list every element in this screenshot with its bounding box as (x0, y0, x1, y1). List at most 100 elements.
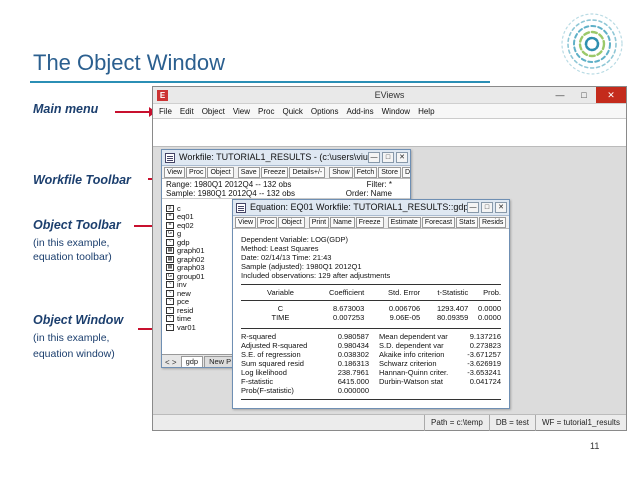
wf-view-button[interactable]: View (164, 166, 186, 178)
list-item[interactable]: ▦ graph03 (166, 263, 205, 272)
equation-close-icon[interactable]: ✕ (495, 202, 507, 213)
eq-object-button[interactable]: Object (278, 216, 305, 228)
wf-order[interactable]: Order: Name (346, 189, 392, 198)
equation-toolbar: View Proc Object Print Name Freeze Estim… (233, 216, 509, 229)
table-header: Variable Coefficient Std. Error t-Statis… (241, 288, 501, 297)
stats-row: Adjusted R-squared 0.980434 S.D. dependent… (241, 341, 501, 350)
equation-maximize-icon[interactable]: □ (481, 202, 493, 213)
eq-resids-button[interactable]: Resids (479, 216, 507, 228)
table-row: TIME 0.007253 9.06E-05 80.09359 0.0000 (271, 313, 501, 322)
list-item[interactable]: Gg (166, 229, 205, 238)
eviews-titlebar[interactable]: E EViews — □ ✕ (153, 87, 626, 104)
eq-estimate-button[interactable]: Estimate (387, 216, 421, 228)
workfile-info: Range: 1980Q1 2012Q4 -- 132 obs Sample: … (162, 179, 410, 199)
menu-object[interactable]: Object (202, 107, 225, 116)
title-rule (30, 81, 490, 83)
eq-freeze-button[interactable]: Freeze (355, 216, 384, 228)
page-number: 11 (590, 441, 600, 451)
workfile-titlebar[interactable]: Workfile: TUTORIAL1_RESULTS - (c:\users\… (162, 150, 410, 166)
status-wf[interactable]: WF = tutorial1_results (534, 414, 626, 431)
eq-name-button[interactable]: Name (330, 216, 355, 228)
maximize-icon[interactable]: □ (572, 87, 596, 103)
menu-file[interactable]: File (159, 107, 172, 116)
group-icon: G (166, 230, 174, 238)
eq-forecast-button[interactable]: Forecast (421, 216, 456, 228)
wf-object-button[interactable]: Object (207, 166, 234, 178)
series-icon: ~ (166, 281, 174, 289)
stats-row: Log likelihood 238.7961 Hannan-Quinn crite… (241, 368, 501, 377)
wf-filter[interactable]: Filter: * (367, 180, 392, 189)
series-icon: ~ (166, 238, 174, 246)
wf-sample[interactable]: Sample: 1980Q1 2012Q4 -- 132 obs (166, 189, 295, 198)
eq-header-line: Date: 02/14/13 Time: 21:43 (241, 253, 332, 262)
list-item[interactable]: βc (166, 204, 205, 213)
wf-save-button[interactable]: Save (237, 166, 260, 178)
series-icon: ~ (166, 315, 174, 323)
workfile-minimize-icon[interactable]: — (368, 152, 380, 163)
stats-row: R-squared 0.980587 Mean dependent var 9.137… (241, 332, 501, 341)
list-item[interactable]: Ggroup01 (166, 272, 205, 281)
graph-icon: ▦ (166, 247, 174, 255)
workfile-toolbar: View Proc Object Save Freeze Details+/- … (162, 166, 410, 179)
wf-fetch-button[interactable]: Fetch (353, 166, 378, 178)
menu-addins[interactable]: Add-ins (347, 107, 374, 116)
workfile-close-icon[interactable]: ✕ (396, 152, 408, 163)
menu-edit[interactable]: Edit (180, 107, 194, 116)
list-item[interactable]: ~ inv (166, 280, 205, 289)
wf-show-button[interactable]: Show (329, 166, 353, 178)
list-item[interactable]: ~ new (166, 289, 205, 298)
workfile-maximize-icon[interactable]: □ (382, 152, 394, 163)
eq-proc-button[interactable]: Proc (257, 216, 278, 228)
list-item[interactable]: ~ gdp (166, 238, 205, 247)
stats-row: S.E. of regression 0.038302 Akaike info cr… (241, 350, 501, 359)
stats-row: F-statistic 6415.000 Durbin-Watson stat 0.0… (241, 377, 501, 386)
menu-quick[interactable]: Quick (282, 107, 302, 116)
list-item[interactable]: ▦ graph01 (166, 246, 205, 255)
label-object-window-sub2: equation window) (33, 348, 115, 360)
list-item[interactable]: ~ resid (166, 306, 205, 315)
logo-icon (561, 13, 623, 75)
main-menu: File Edit Object View Proc Quick Options… (153, 104, 626, 119)
status-db[interactable]: DB = test (488, 414, 535, 431)
wf-details-button[interactable]: Details+/- (289, 166, 326, 178)
list-item[interactable]: ~ pce (166, 297, 205, 306)
wf-range[interactable]: Range: 1980Q1 2012Q4 -- 132 obs (166, 180, 291, 189)
wf-freeze-button[interactable]: Freeze (260, 166, 289, 178)
list-item[interactable]: ~ var01 (166, 323, 205, 332)
close-icon[interactable]: ✕ (596, 87, 626, 103)
col-t-statistic: t-Statistic (437, 288, 469, 297)
wf-store-button[interactable]: Store (378, 166, 401, 178)
arrow-main-menu (115, 107, 156, 117)
equation-titlebar[interactable]: Equation: EQ01 Workfile: TUTORIAL1_RESUL… (233, 200, 509, 216)
list-item[interactable]: ▦ graph02 (166, 255, 205, 264)
divider (241, 399, 501, 400)
menu-options[interactable]: Options (311, 107, 339, 116)
menu-window[interactable]: Window (382, 107, 410, 116)
tab-gdp[interactable]: gdp (180, 356, 204, 367)
wf-proc-button[interactable]: Proc (186, 166, 207, 178)
stats-row: Sum squared resid 0.186313 Schwarz criteri… (241, 359, 501, 368)
list-item[interactable]: ~ time (166, 314, 205, 323)
menu-help[interactable]: Help (418, 107, 434, 116)
eq-print-button[interactable]: Print (308, 216, 330, 228)
list-item[interactable]: = eq02 (166, 221, 205, 230)
eq-header-line: Included observations: 129 after adjustm… (241, 271, 391, 280)
equation-minimize-icon[interactable]: — (467, 202, 479, 213)
tab-nav-icon[interactable]: < > (165, 358, 177, 367)
eq-stats-button[interactable]: Stats (456, 216, 478, 228)
equation-output[interactable]: Dependent Variable: LOG(GDP) Method: Lea… (233, 230, 509, 408)
menu-view[interactable]: View (233, 107, 250, 116)
equation-window: Equation: EQ01 Workfile: TUTORIAL1_RESUL… (232, 199, 510, 409)
col-std-error: Std. Error (388, 288, 421, 297)
table-row: C 8.673003 0.006706 1293.407 0.0000 (277, 304, 501, 313)
workfile-icon (165, 153, 175, 163)
status-path[interactable]: Path = c:\temp (424, 414, 489, 431)
wf-delete-button[interactable]: Delete (401, 166, 410, 178)
command-window[interactable] (153, 119, 626, 147)
menu-proc[interactable]: Proc (258, 107, 274, 116)
list-item[interactable]: = eq01 (166, 212, 205, 221)
series-icon: ~ (166, 289, 174, 297)
eq-view-button[interactable]: View (235, 216, 257, 228)
label-object-toolbar-sub2: equation toolbar) (33, 251, 112, 263)
minimize-icon[interactable]: — (548, 87, 572, 103)
